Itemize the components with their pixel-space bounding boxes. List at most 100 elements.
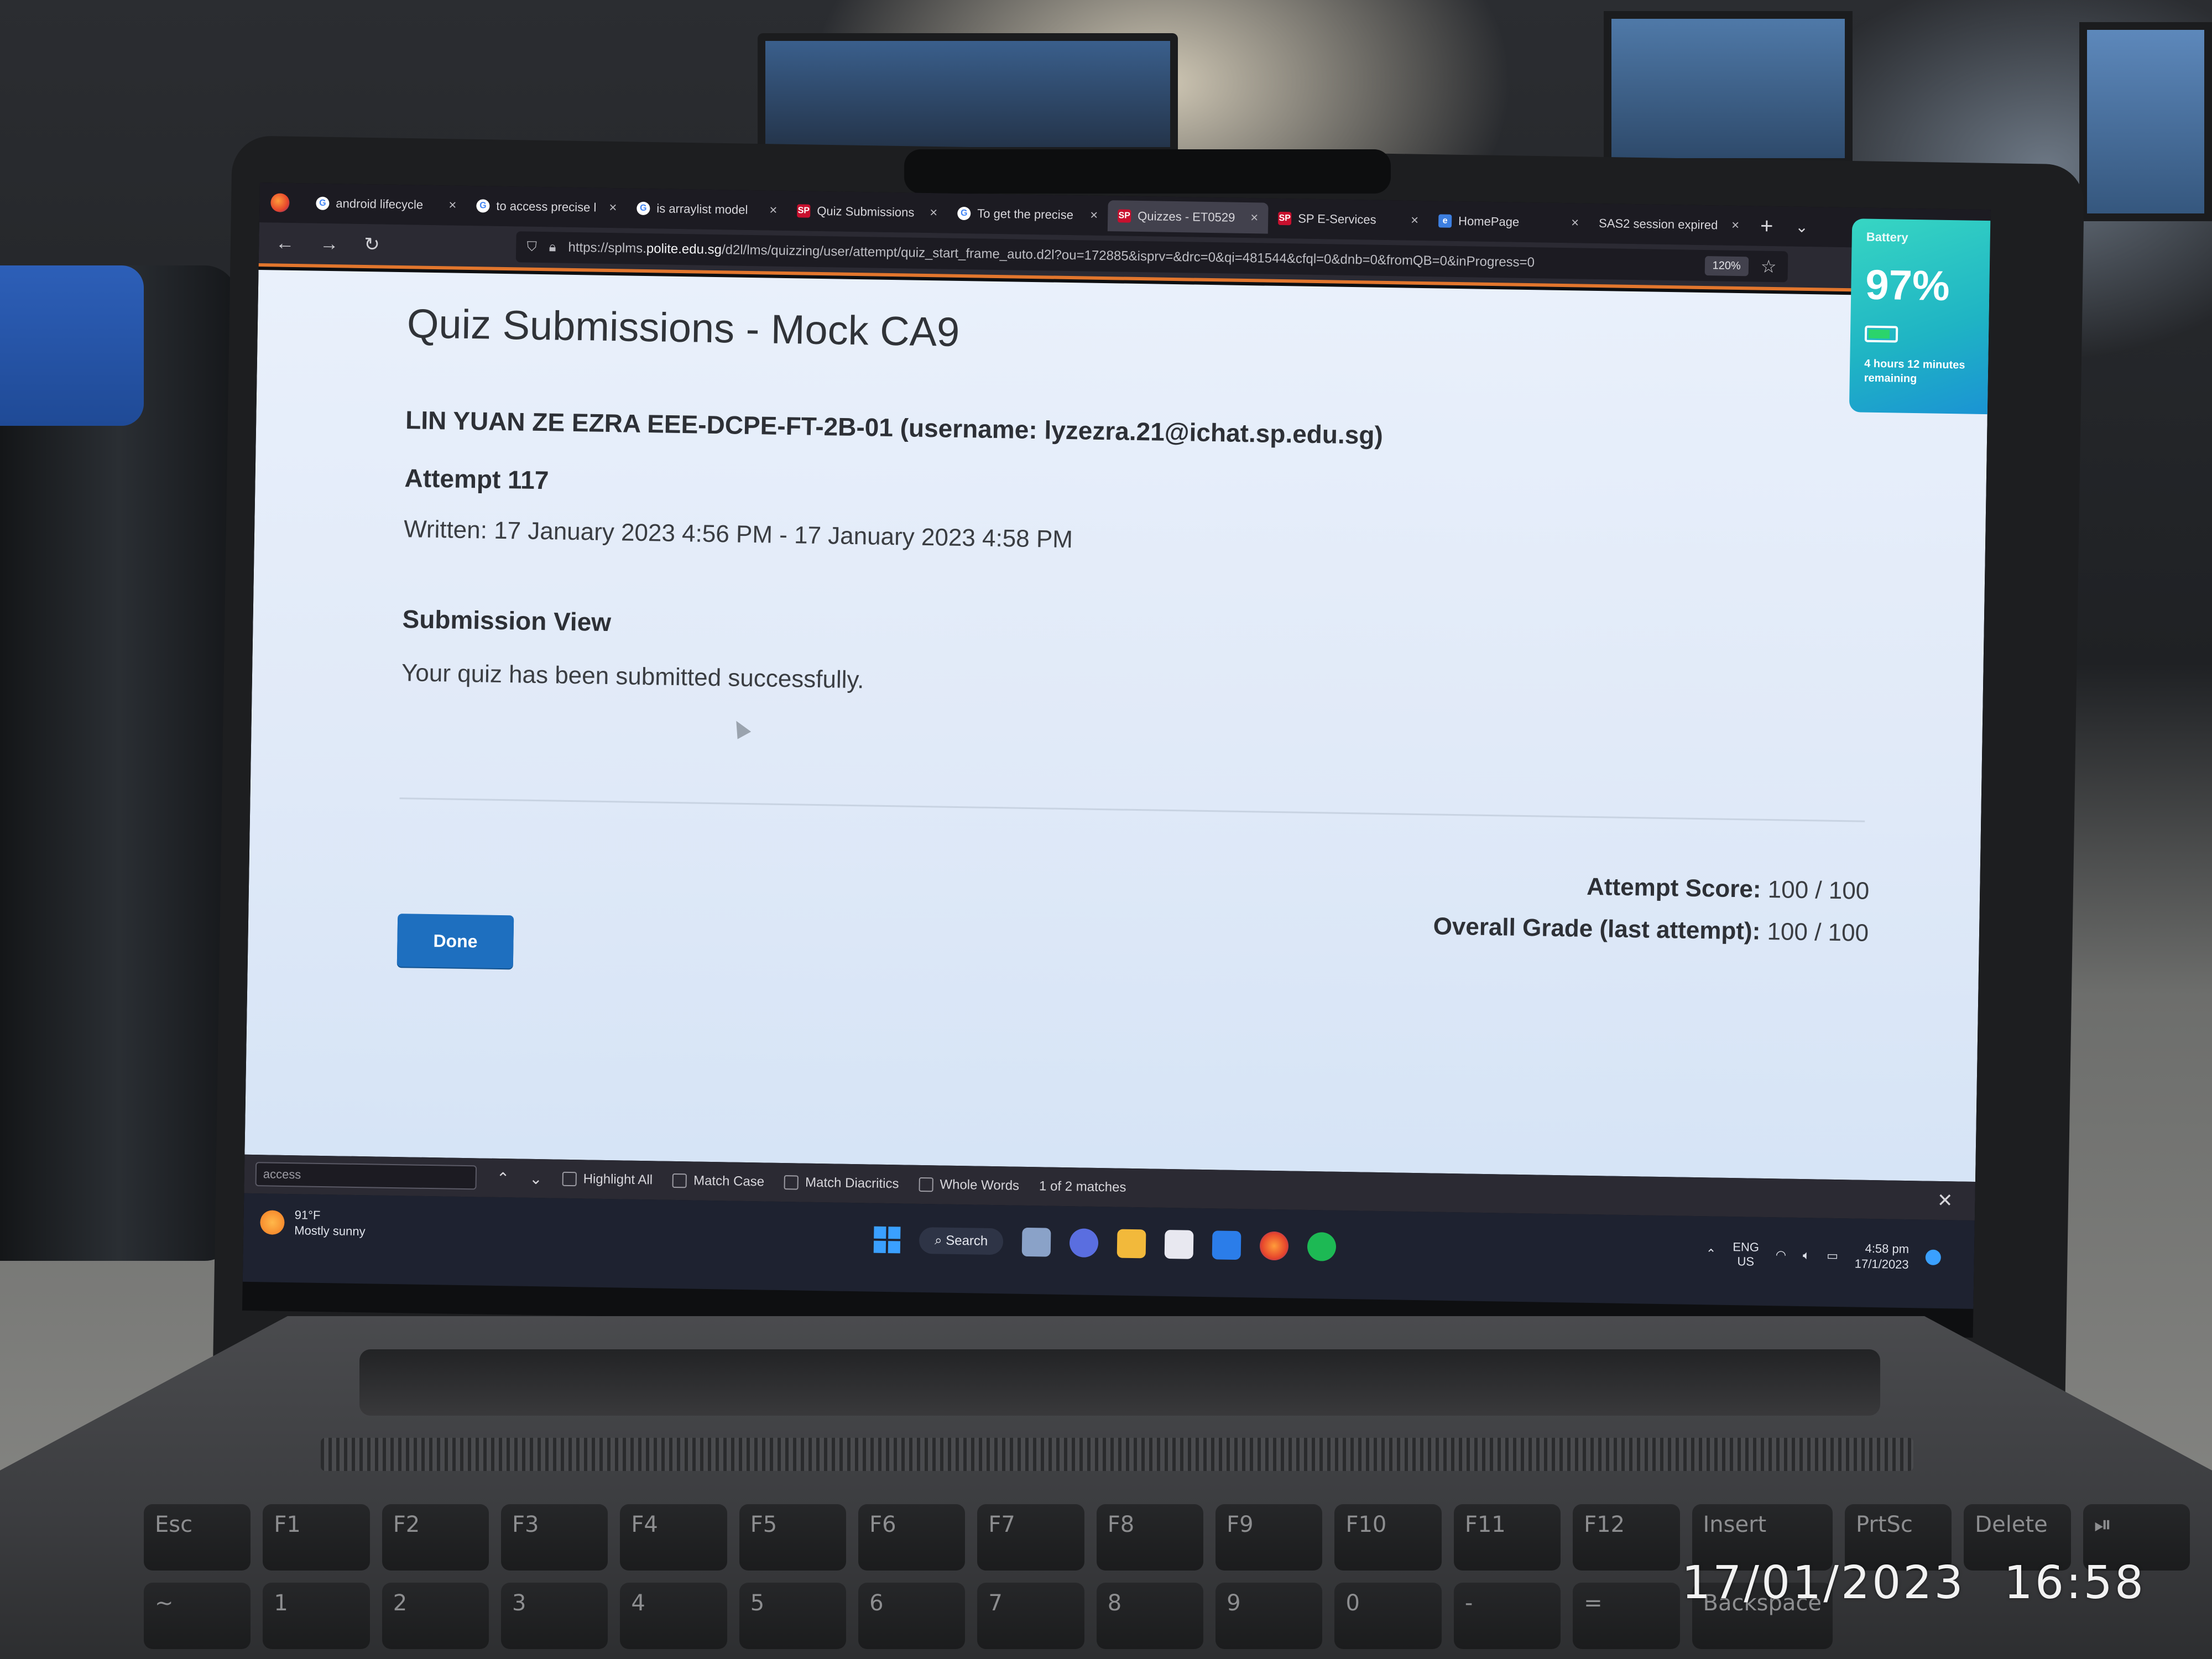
task-view-icon[interactable]	[1021, 1227, 1051, 1257]
keyboard-key: 9	[1215, 1583, 1323, 1649]
checkbox-label: Highlight All	[583, 1171, 653, 1188]
match-diacritics-checkbox[interactable]: Match Diacritics	[784, 1175, 899, 1192]
tab-close-icon[interactable]: ×	[1571, 215, 1579, 231]
laptop-screen: Gandroid lifecycle × Gto access precise l ×…	[242, 182, 1991, 1338]
tab-label: To get the precise	[977, 206, 1074, 222]
browser-tab[interactable]: Gandroid lifecycle ×	[306, 187, 467, 221]
browser-tab[interactable]: SP SP E-Services ×	[1268, 203, 1429, 237]
reload-icon[interactable]: ↻	[364, 233, 380, 255]
browser-tab[interactable]: SP Quiz Submissions ×	[787, 195, 948, 229]
browser-tab[interactable]: Gis arraylist model ×	[627, 192, 787, 226]
tab-close-icon[interactable]: ×	[448, 197, 456, 213]
notification-icon[interactable]	[1925, 1249, 1942, 1265]
checkbox-box[interactable]	[672, 1173, 687, 1188]
chevron-up-icon[interactable]: ⌃	[1705, 1246, 1717, 1261]
find-input[interactable]	[255, 1162, 477, 1190]
student-info: LIN YUAN ZE EZRA EEE-DCPE-FT-2B-01 (user…	[405, 405, 1384, 450]
tab-label: android lifecycle	[336, 196, 424, 212]
sp-icon: SP	[1118, 209, 1131, 223]
checkbox-box[interactable]	[562, 1171, 577, 1187]
tab-label: SP E-Services	[1298, 211, 1376, 227]
battery-icon	[1864, 325, 1898, 343]
sp-icon: SP	[797, 204, 811, 218]
star-icon[interactable]: ☆	[1760, 256, 1776, 277]
back-arrow-icon[interactable]: ←	[275, 232, 295, 254]
attempt-number: Attempt 117	[404, 463, 549, 495]
checkbox-box[interactable]	[784, 1175, 799, 1190]
find-match-count: 1 of 2 matches	[1039, 1178, 1126, 1195]
clock-time: 4:58 pm	[1865, 1241, 1910, 1256]
language-code: ENG	[1733, 1240, 1760, 1254]
keyboard-region: US	[1737, 1254, 1755, 1269]
system-tray: ⌃ ENG US ◠ 🔈︎ ▭ 4:58 pm 17/1/2023	[1705, 1238, 1942, 1273]
keyboard-key: F11	[1453, 1504, 1561, 1571]
speaker-muted-icon[interactable]: 🔈︎	[1803, 1248, 1811, 1262]
done-button[interactable]: Done	[397, 914, 514, 969]
overall-grade-value: 100 / 100	[1767, 917, 1869, 947]
tab-close-icon[interactable]: ×	[1090, 208, 1098, 223]
google-icon: G	[316, 196, 330, 210]
windows-start-icon[interactable]	[873, 1226, 901, 1254]
browser-tab[interactable]: SP Quizzes - ET0529 ×	[1107, 200, 1269, 234]
battery-flyout: Battery ··· 97% 4 hours 12 minutes remai…	[1849, 218, 1991, 415]
battery-percent: 97%	[1865, 261, 1950, 310]
sp-icon: SP	[1278, 211, 1292, 226]
written-time: Written: 17 January 2023 4:56 PM - 17 Ja…	[403, 515, 1073, 554]
weather-temp: 91°F	[294, 1208, 321, 1222]
match-case-checkbox[interactable]: Match Case	[672, 1173, 764, 1190]
clock[interactable]: 4:58 pm 17/1/2023	[1855, 1241, 1910, 1273]
submission-message: Your quiz has been submitted successfull…	[401, 659, 864, 694]
firefox-icon[interactable]	[1259, 1231, 1289, 1261]
find-previous-icon[interactable]: ⌃	[497, 1168, 510, 1187]
wifi-icon[interactable]: ◠	[1776, 1248, 1787, 1262]
checkbox-label: Match Case	[693, 1173, 765, 1190]
whole-words-checkbox[interactable]: Whole Words	[919, 1177, 1019, 1194]
forward-arrow-icon[interactable]: →	[320, 233, 339, 255]
tab-close-icon[interactable]: ×	[609, 200, 617, 216]
shield-icon[interactable]: ⛉	[527, 239, 537, 255]
keyboard-key: F6	[858, 1504, 966, 1571]
zoom-level-badge[interactable]: 120%	[1704, 255, 1749, 276]
tab-close-icon[interactable]: ×	[769, 202, 777, 218]
highlight-all-checkbox[interactable]: Highlight All	[562, 1171, 653, 1188]
microsoft-store-icon[interactable]	[1164, 1229, 1194, 1259]
launcher-icon[interactable]	[1212, 1230, 1241, 1260]
language-indicator[interactable]: ENG US	[1733, 1240, 1759, 1269]
lock-icon[interactable]: 🔒︎	[549, 239, 556, 255]
attempt-score-label: Attempt Score:	[1586, 873, 1761, 903]
webcam-notch	[904, 149, 1391, 194]
taskbar-search-button[interactable]: ⌕ Search	[919, 1227, 1004, 1255]
tab-close-icon[interactable]: ×	[1731, 218, 1739, 233]
weather-widget[interactable]: 91°F Mostly sunny	[260, 1207, 366, 1239]
keyboard-key: F5	[739, 1504, 847, 1571]
keyboard-key: 1	[263, 1583, 370, 1649]
spotify-icon[interactable]	[1307, 1232, 1337, 1261]
new-tab-button[interactable]: +	[1760, 213, 1773, 238]
browser-tab[interactable]: Gto access precise l ×	[466, 190, 627, 224]
find-next-icon[interactable]: ⌄	[529, 1169, 542, 1187]
ie-icon: e	[1438, 214, 1452, 228]
checkbox-label: Match Diacritics	[805, 1175, 899, 1192]
tab-close-icon[interactable]: ×	[930, 205, 937, 221]
browser-tab[interactable]: G To get the precise ×	[947, 198, 1108, 232]
chevron-down-icon[interactable]: ⌄	[1795, 217, 1808, 236]
background-monitor	[2079, 22, 2212, 221]
keyboard-key: 5	[739, 1583, 847, 1649]
tab-label: Quizzes - ET0529	[1138, 208, 1235, 225]
chat-icon[interactable]	[1069, 1228, 1099, 1258]
mouse-cursor-icon	[729, 717, 752, 739]
tab-close-icon[interactable]: ×	[1250, 210, 1258, 226]
checkbox-box[interactable]	[919, 1177, 933, 1192]
score-summary: Attempt Score: 100 / 100 Overall Grade (…	[1433, 864, 1870, 954]
battery-tray-icon[interactable]: ▭	[1827, 1249, 1838, 1263]
close-icon[interactable]: ✕	[1937, 1190, 1953, 1212]
google-icon: G	[957, 206, 971, 221]
browser-tab[interactable]: e HomePage ×	[1428, 205, 1589, 239]
tab-close-icon[interactable]: ×	[1411, 213, 1418, 228]
google-icon: G	[637, 201, 650, 216]
browser-tab[interactable]: SAS2 session expired ×	[1589, 208, 1750, 242]
url-prefix: https://splms.	[568, 239, 647, 256]
keyboard-key: -	[1453, 1583, 1561, 1649]
file-explorer-icon[interactable]	[1117, 1229, 1146, 1259]
keyboard-key: F2	[382, 1504, 489, 1571]
